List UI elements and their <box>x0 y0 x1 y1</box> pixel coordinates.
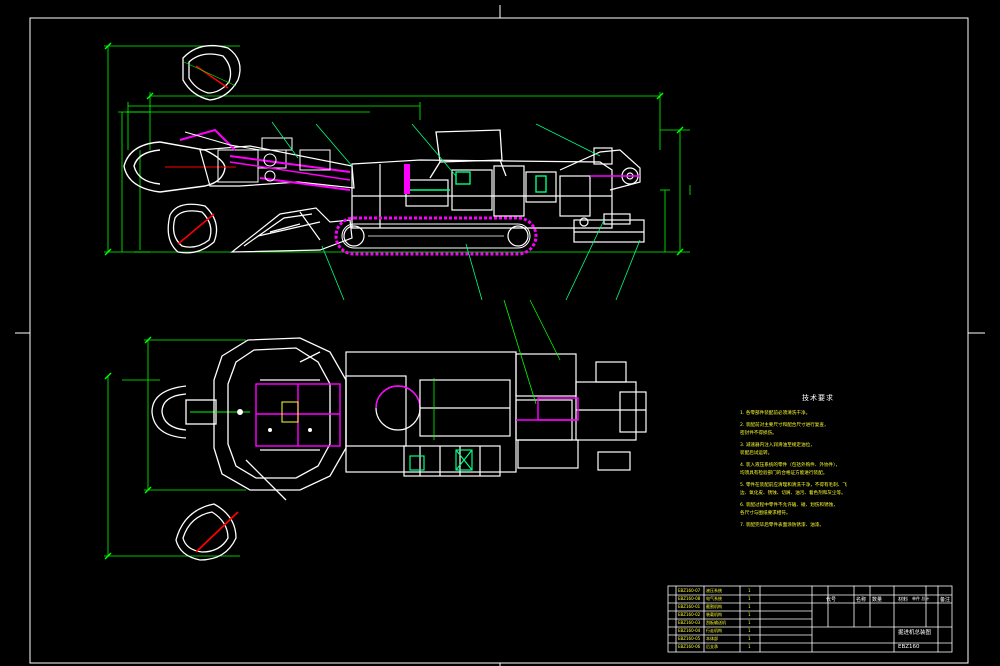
part-qty: 1 <box>748 588 751 593</box>
tech-requirement-line: 2. 装配前对主要尺寸和配合尺寸进行复查， <box>740 423 829 428</box>
part-code: EBZ160-04 <box>678 628 701 633</box>
part-name: 后支承 <box>706 644 718 649</box>
drawing-name: 掘进机总装图 <box>898 630 932 636</box>
tech-requirement-line: 3. 减速器内注入润滑油至规定油位， <box>740 443 815 448</box>
part-qty: 1 <box>748 604 751 609</box>
drawing-canvas <box>0 0 1000 666</box>
part-code: EBZ160-06 <box>678 644 701 649</box>
header-name: 名称 <box>856 597 867 603</box>
header-qty: 数量 <box>872 597 883 603</box>
tech-requirement-line: 装配后试运转。 <box>740 451 773 456</box>
tech-requirement-line: 7. 装配完毕后零件表面涂防锈漆、油漆。 <box>740 523 824 528</box>
header-weight: 单件 总计 <box>912 596 930 601</box>
header-note: 备注 <box>940 597 951 603</box>
tech-requirement-line: 1. 各零部件装配前必须清洗干净。 <box>740 411 811 416</box>
part-qty: 1 <box>748 636 751 641</box>
part-name: 刮板输送机 <box>706 620 726 625</box>
tech-requirement-line: 均须具有检验部门的合格证方能进行装配。 <box>740 471 828 476</box>
part-name: 电气系统 <box>706 596 722 601</box>
header-material: 材料 <box>898 597 909 603</box>
tech-requirement-line: 4. 装入液压系统的零件（包括外购件、外协件）， <box>740 463 841 468</box>
part-qty: 1 <box>748 644 751 649</box>
part-code: EBZ160-02 <box>678 612 701 617</box>
part-name: 液压系统 <box>706 588 722 593</box>
part-code: EBZ160-01 <box>678 604 701 609</box>
tech-requirement-line: 密封件不得损伤。 <box>740 431 777 436</box>
tech-requirement-line: 边、氧化皮、锈蚀、切屑、油污、着色剂和灰尘等。 <box>740 491 846 496</box>
part-qty: 1 <box>748 596 751 601</box>
drawing-number: EBZ160 <box>898 644 920 650</box>
tech-requirement-line: 各尺寸与图纸要求相符。 <box>740 511 791 516</box>
tech-requirement-line: 5. 零件在装配前应清理和清洗干净，不得有毛刺、飞 <box>740 483 847 488</box>
header-code: 代号 <box>826 597 837 603</box>
part-name: 本体部 <box>706 636 718 641</box>
part-name: 截割机构 <box>706 604 722 609</box>
part-code: EBZ160-05 <box>678 636 701 641</box>
part-code: EBZ160-08 <box>678 596 701 601</box>
tech-requirements-title: 技术要求 <box>802 394 834 402</box>
part-code: EBZ160-03 <box>678 620 701 625</box>
part-name: 装载机构 <box>706 612 722 617</box>
part-qty: 1 <box>748 620 751 625</box>
tech-requirement-line: 6. 装配过程中零件不允许磕、碰、划伤和锈蚀， <box>740 503 838 508</box>
part-qty: 1 <box>748 612 751 617</box>
part-name: 行走机构 <box>706 628 722 633</box>
part-qty: 1 <box>748 628 751 633</box>
part-code: EBZ160-07 <box>678 588 701 593</box>
tech-requirements: 技术要求 1. 各零部件装配前必须清洗干净。 2. 装配前对主要尺寸和配合尺寸进… <box>740 393 858 563</box>
